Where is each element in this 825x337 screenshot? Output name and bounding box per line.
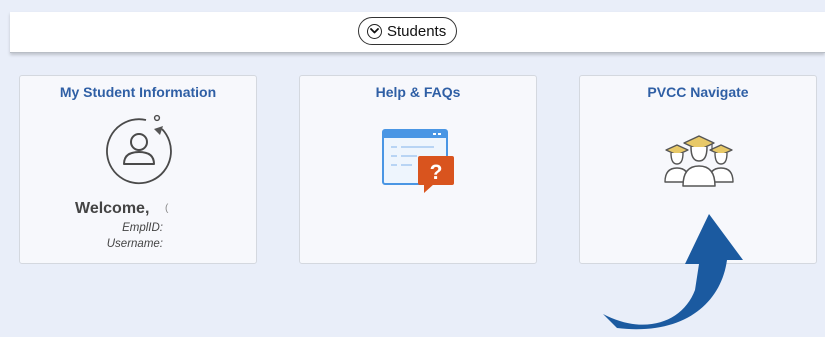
emplid-label: EmplID:: [122, 222, 163, 234]
tile-my-student-information[interactable]: My Student Information Welcome, ( EmplID…: [19, 75, 257, 264]
tile-help-faqs[interactable]: Help & FAQs ?: [299, 75, 537, 264]
username-label: Username:: [106, 238, 163, 250]
help-badge: ?: [430, 161, 443, 184]
chevron-down-icon: [367, 23, 382, 39]
students-dropdown-label: Students: [387, 22, 447, 40]
tile-title: Help & FAQs: [375, 84, 461, 100]
help-document-icon: ?: [382, 129, 454, 193]
user-profile-icon: [106, 114, 172, 185]
arrow-pointer-icon: [603, 214, 743, 330]
page-header: Students: [10, 12, 825, 53]
welcome-name: (: [165, 203, 169, 214]
students-dropdown-button[interactable]: Students: [358, 17, 458, 45]
graduates-icon: [664, 135, 734, 187]
welcome-text: Welcome,: [75, 200, 150, 217]
tile-title: My Student Information: [59, 84, 217, 100]
tile-title: PVCC Navigate: [647, 84, 749, 100]
